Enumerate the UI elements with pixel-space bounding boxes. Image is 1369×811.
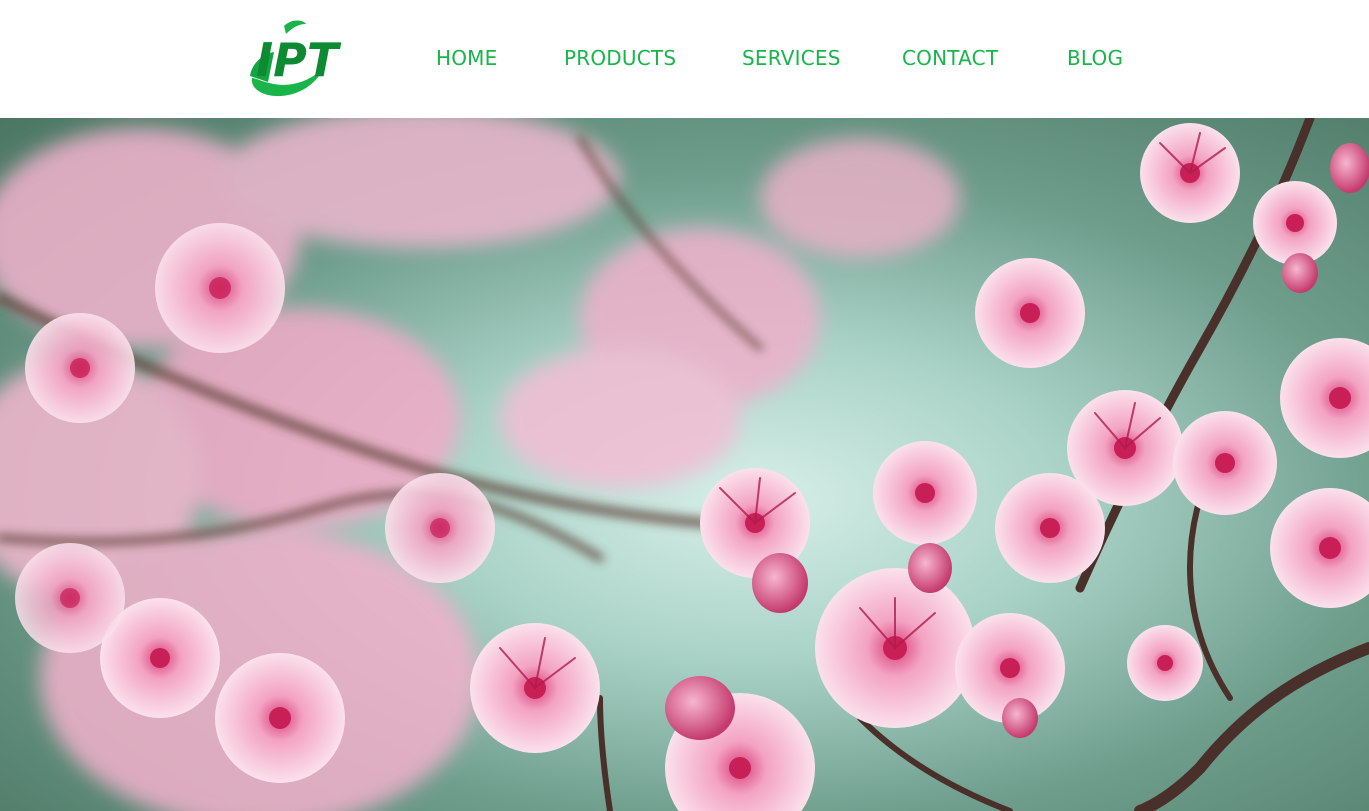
main-nav: HOME PRODUCTS SERVICES CONTACT BLOG (436, 0, 1136, 118)
ipt-logo[interactable]: IPT (244, 18, 354, 100)
site-header: IPT HOME PRODUCTS SERVICES CONTACT BLOG (0, 0, 1369, 118)
nav-home[interactable]: HOME (436, 46, 497, 70)
nav-contact[interactable]: CONTACT (902, 46, 998, 70)
ipt-logo-icon: IPT (250, 20, 342, 97)
nav-products[interactable]: PRODUCTS (564, 46, 676, 70)
nav-services[interactable]: SERVICES (742, 46, 841, 70)
hero-image (0, 118, 1369, 811)
logo-text: IPT (256, 33, 342, 87)
nav-blog[interactable]: BLOG (1067, 46, 1123, 70)
cherry-blossom-illustration (0, 118, 1369, 811)
